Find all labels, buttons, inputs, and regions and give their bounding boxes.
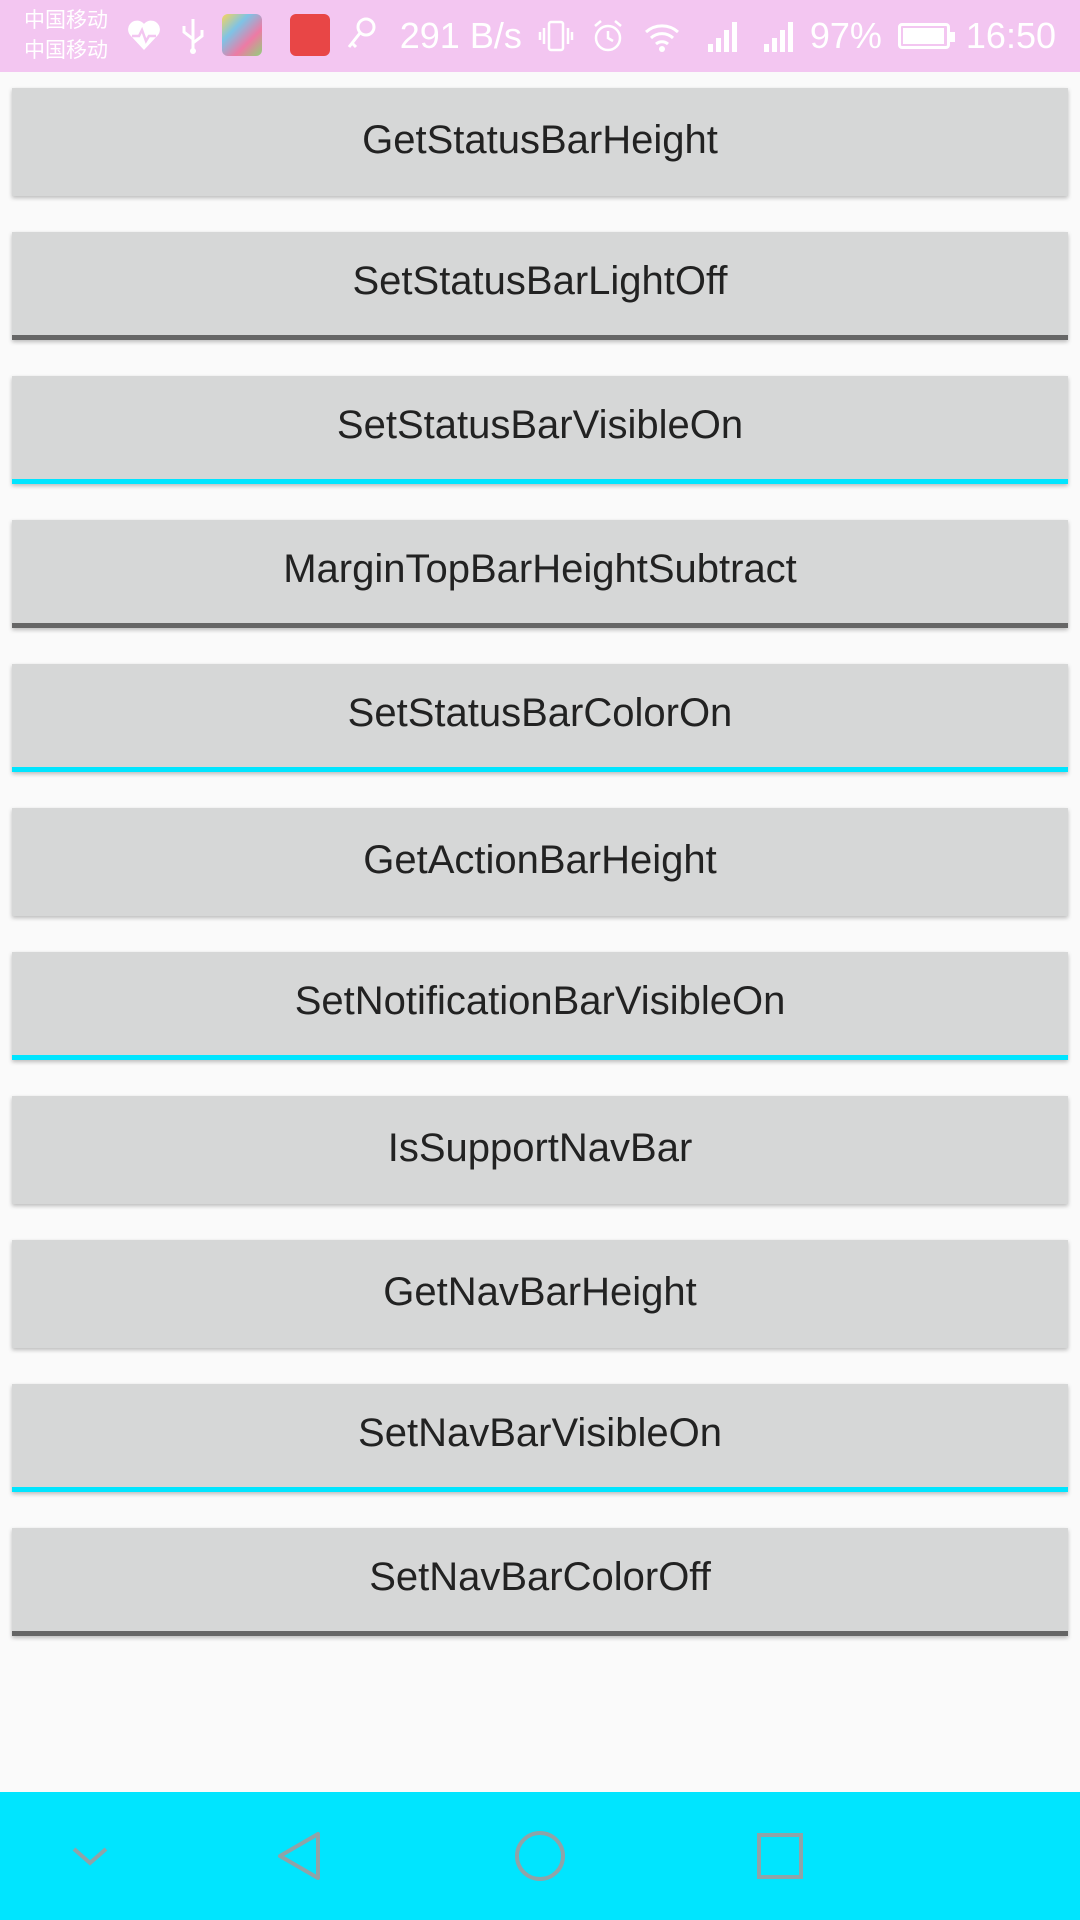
is-support-nav-bar-button[interactable]: IsSupportNavBar — [12, 1096, 1068, 1204]
wifi-icon — [644, 24, 679, 52]
alarm-icon — [594, 20, 622, 52]
vibrate-icon — [538, 20, 574, 52]
set-nav-bar-color-off-button[interactable]: SetNavBarColorOff — [12, 1528, 1068, 1636]
get-action-bar-height-button[interactable]: GetActionBarHeight — [12, 808, 1068, 916]
key-icon — [347, 17, 376, 49]
navigation-bar — [0, 1792, 1080, 1920]
get-nav-bar-height-button[interactable]: GetNavBarHeight — [12, 1240, 1068, 1348]
set-nav-bar-visible-on-button[interactable]: SetNavBarVisibleOn — [12, 1384, 1068, 1492]
collapse-chevron-icon[interactable] — [60, 1826, 120, 1886]
status-right: 291 B/s 97% 16:50 — [400, 0, 1056, 72]
net-speed: 291 B/s — [399, 15, 522, 56]
set-status-bar-color-on-button[interactable]: SetStatusBarColorOn — [12, 664, 1068, 772]
carrier-2: 中国移动 — [24, 39, 108, 62]
clock: 16:50 — [965, 15, 1056, 56]
signal-4g-icon — [763, 22, 793, 52]
battery-icon — [897, 23, 955, 49]
set-status-bar-light-off-button[interactable]: SetStatusBarLightOff — [12, 232, 1068, 340]
set-status-bar-visible-on-button[interactable]: SetStatusBarVisibleOn — [12, 376, 1068, 484]
battery-percent: 97% — [809, 15, 882, 56]
battery-fill — [902, 28, 944, 44]
home-circle-icon[interactable] — [510, 1826, 570, 1886]
set-notification-bar-visible-on-button[interactable]: SetNotificationBarVisibleOn — [12, 952, 1068, 1060]
status-bar: 中国移动 中国移动 291 B/s 97% 16:50 — [0, 0, 1080, 72]
carrier-1: 中国移动 — [24, 9, 108, 32]
signal-2g-icon — [707, 22, 737, 52]
get-status-bar-height-button[interactable]: GetStatusBarHeight — [12, 88, 1068, 196]
recents-square-icon[interactable] — [750, 1826, 810, 1886]
usb-icon — [182, 19, 204, 54]
margin-top-bar-height-subtract-button[interactable]: MarginTopBarHeightSubtract — [12, 520, 1068, 628]
app-icon — [222, 14, 262, 56]
carrier-labels: 中国移动 中国移动 — [24, 6, 108, 66]
notification-icons — [124, 14, 378, 56]
back-triangle-icon[interactable] — [270, 1826, 330, 1886]
fire-app-icon — [290, 14, 330, 56]
heart-rate-icon — [128, 20, 160, 50]
